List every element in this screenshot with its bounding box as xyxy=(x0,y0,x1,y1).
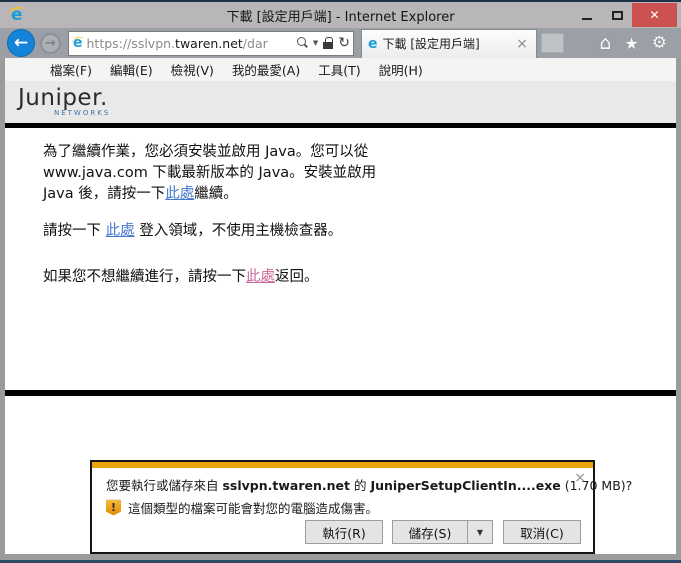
menu-favorites[interactable]: 我的最愛(A) xyxy=(223,60,309,79)
back-button[interactable]: ← xyxy=(7,29,35,57)
lower-page-area: 您要執行或儲存來自 sslvpn.twaren.net 的 JuniperSet… xyxy=(5,396,676,554)
navbar-right-icons: ⌂ ★ ⚙ xyxy=(599,32,667,54)
browser-window: e 下載 [設定用戶端] - Internet Explorer ✕ ← → e… xyxy=(0,0,681,563)
return-link[interactable]: 此處 xyxy=(246,269,275,285)
refresh-icon[interactable]: ↻ xyxy=(338,36,350,50)
url-domain: twaren.net xyxy=(175,36,243,51)
continue-link[interactable]: 此處 xyxy=(165,186,194,202)
minimize-icon xyxy=(582,18,592,20)
favorites-star-icon[interactable]: ★ xyxy=(624,34,638,53)
para1-text2: 繼續。 xyxy=(194,186,238,202)
security-shield-icon: ! xyxy=(106,500,121,516)
close-icon: ✕ xyxy=(649,8,659,22)
browser-viewport: 檔案(F) 編輯(E) 檢視(V) 我的最愛(A) 工具(T) 說明(H) Ju… xyxy=(0,58,681,554)
home-icon[interactable]: ⌂ xyxy=(599,32,611,54)
chevron-down-icon[interactable]: ▼ xyxy=(313,39,318,47)
title-bar: e 下載 [設定用戶端] - Internet Explorer ✕ xyxy=(0,2,681,28)
menu-view[interactable]: 檢視(V) xyxy=(162,60,223,79)
tab-label: 下載 [設定用戶端] xyxy=(383,35,515,52)
no-host-checker-paragraph: 請按一下 此處 登入領域，不使用主機檢查器。 xyxy=(43,221,407,242)
para2-text2: 登入領域，不使用主機檢查器。 xyxy=(135,223,343,239)
juniper-logo-band: Juniper NETWORKS xyxy=(5,81,676,123)
juniper-logo: Juniper xyxy=(18,87,676,109)
maximize-button[interactable] xyxy=(602,3,632,27)
warning-text: 這個類型的檔案可能會對您的電腦造成傷害。 xyxy=(128,498,378,517)
address-bar-icons: ▼ ↻ xyxy=(296,36,350,50)
run-button[interactable]: 執行(R) xyxy=(305,520,383,544)
close-button[interactable]: ✕ xyxy=(632,3,677,27)
search-icon[interactable] xyxy=(296,37,308,49)
url-path: /dar xyxy=(243,36,268,51)
msg-mid: 的 xyxy=(350,478,370,493)
save-button[interactable]: 儲存(S) xyxy=(392,520,468,544)
warning-row: ! 這個類型的檔案可能會對您的電腦造成傷害。 xyxy=(106,498,579,517)
maximize-icon xyxy=(612,11,623,20)
url-text[interactable]: https://sslvpn.twaren.net/dar xyxy=(87,36,296,51)
menu-edit[interactable]: 編輯(E) xyxy=(101,60,162,79)
settings-gear-icon[interactable]: ⚙ xyxy=(652,33,667,53)
lock-icon[interactable] xyxy=(323,37,333,49)
tab-close-icon[interactable]: × xyxy=(514,36,530,52)
minimize-button[interactable] xyxy=(572,3,602,27)
back-arrow-icon: ← xyxy=(14,35,28,52)
download-notification: 您要執行或儲存來自 sslvpn.twaren.net 的 JuniperSet… xyxy=(90,460,595,554)
java-instruction-paragraph: 為了繼續作業，您必須安裝並啟用 Java。您可以從 www.java.com 下… xyxy=(43,142,407,205)
menu-tools[interactable]: 工具(T) xyxy=(309,60,369,79)
menu-file[interactable]: 檔案(F) xyxy=(41,60,101,79)
save-dropdown-caret-icon: ▼ xyxy=(477,528,483,537)
window-controls: ✕ xyxy=(572,2,677,28)
forward-button[interactable]: → xyxy=(40,33,61,54)
menu-help[interactable]: 說明(H) xyxy=(370,60,432,79)
save-dropdown-button[interactable]: ▼ xyxy=(467,520,493,544)
para2-text: 請按一下 xyxy=(43,223,106,239)
menu-bar: 檔案(F) 編輯(E) 檢視(V) 我的最愛(A) 工具(T) 說明(H) xyxy=(5,58,676,81)
msg-pre: 您要執行或儲存來自 xyxy=(106,478,222,493)
new-tab-button[interactable] xyxy=(541,33,564,53)
notification-close-icon[interactable]: × xyxy=(574,471,586,485)
para3-text2: 返回。 xyxy=(275,269,319,285)
login-realm-link[interactable]: 此處 xyxy=(106,223,135,239)
ie-page-icon: e xyxy=(73,35,83,51)
ie-tab-icon: e xyxy=(368,36,378,52)
forward-arrow-icon: → xyxy=(45,37,56,50)
msg-filename: JuniperSetupClientIn....exe xyxy=(370,478,560,493)
go-back-paragraph: 如果您不想繼續進行，請按一下此處返回。 xyxy=(43,267,407,288)
notification-buttons: 執行(R) 儲存(S) ▼ 取消(C) xyxy=(305,520,581,544)
browser-tab[interactable]: e 下載 [設定用戶端] × xyxy=(361,29,537,58)
navigation-bar: ← → e https://sslvpn.twaren.net/dar ▼ ↻ … xyxy=(0,28,681,58)
notification-body: 您要執行或儲存來自 sslvpn.twaren.net 的 JuniperSet… xyxy=(92,468,593,517)
para3-text: 如果您不想繼續進行，請按一下 xyxy=(43,269,246,285)
juniper-networks-label: NETWORKS xyxy=(54,109,676,117)
cancel-button[interactable]: 取消(C) xyxy=(503,520,581,544)
download-message: 您要執行或儲存來自 sslvpn.twaren.net 的 JuniperSet… xyxy=(106,477,579,494)
url-scheme: https://sslvpn. xyxy=(87,36,176,51)
msg-domain: sslvpn.twaren.net xyxy=(222,478,350,493)
page-content: 為了繼續作業，您必須安裝並啟用 Java。您可以從 www.java.com 下… xyxy=(5,128,676,390)
address-bar[interactable]: e https://sslvpn.twaren.net/dar ▼ ↻ xyxy=(68,31,354,56)
msg-filesize: (1.70 MB)? xyxy=(561,478,633,493)
